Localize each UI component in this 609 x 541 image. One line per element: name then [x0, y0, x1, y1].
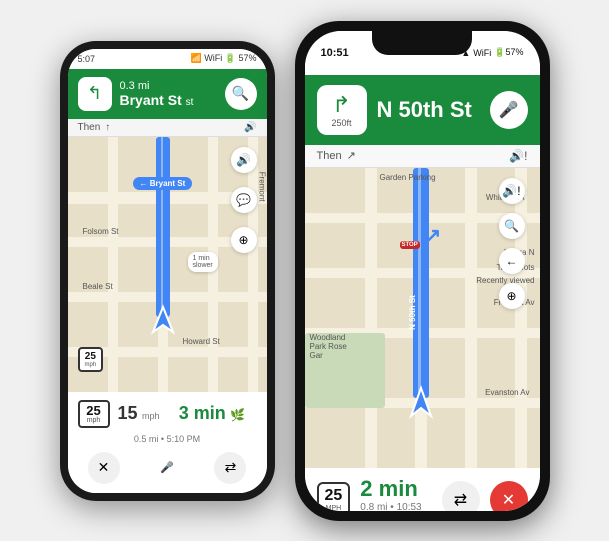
turn-arrow-box: ↰ [78, 77, 112, 111]
iphone-close-button[interactable]: ✕ [490, 481, 528, 511]
howard-label: Howard St [183, 337, 220, 346]
iphone-eta-block: 2 min 0.8 mi • 10:53 PM [360, 476, 431, 511]
iphone-map-area: Garden Parking Whitman A Aurora N Tara's… [305, 168, 540, 468]
evanston-label: Evanston Av [485, 388, 529, 397]
android-time: 5:07 [78, 54, 96, 64]
search-button[interactable]: 🔍 [225, 78, 257, 110]
map-turn-arrow: ↗ [425, 223, 442, 248]
route-bubble: ← Bryant St [133, 177, 193, 190]
iphone-sound-button[interactable]: 🔊! [499, 178, 525, 204]
speed-limit-box: 25 mph [78, 400, 110, 428]
mic-button[interactable]: 🎤 [160, 461, 174, 474]
iphone-then-label: Then [317, 150, 342, 162]
android-screen: 5:07 📶 WiFi 🔋 57% ↰ 0.3 mi Bryant St st … [68, 49, 267, 493]
iphone-action-buttons: ⇄ ✕ [442, 481, 528, 511]
speed-limit-value: 25 [85, 404, 103, 417]
android-then-bar: Then ↑ 🔊 [68, 119, 267, 137]
android-action-buttons: ✕ 🎤 ⇄ [78, 448, 257, 488]
eta-time: 3 min [179, 403, 226, 423]
iphone-notch [372, 31, 472, 55]
feedback-button[interactable]: 💬 [231, 187, 257, 213]
n50th-route-label: N 50th St [407, 295, 416, 330]
turn-arrow-icon: ↰ [87, 83, 102, 104]
route-options-button[interactable]: ⇄ [214, 452, 246, 484]
iphone-screen: 10:51 ▲ WiFi 🔋57% ↱ 250ft N 50th St 🎤 [305, 31, 540, 511]
speed-sign-map: 25 mph [78, 347, 104, 372]
garden-parking-label: Garden Parking [380, 173, 436, 182]
iphone-route-button[interactable]: ⇄ [442, 481, 480, 511]
iphone-eta-time: 2 min [360, 476, 431, 502]
iphone-speed-limit-box: 25 MPH [317, 482, 351, 511]
slower-badge: 1 minslower [188, 252, 218, 272]
iphone-feedback-button[interactable]: ← [499, 248, 525, 274]
iphone-mic-button[interactable]: 🎤 [490, 91, 528, 129]
recently-viewed-label: Recently viewed [476, 276, 534, 285]
iphone-then-bar: Then ↗ 🔊! [305, 145, 540, 168]
current-speed: 15 [118, 403, 138, 423]
android-phone: 5:07 📶 WiFi 🔋 57% ↰ 0.3 mi Bryant St st … [60, 41, 275, 501]
android-map-area: Folsom St Beale St Howard St Fremont ← B… [68, 137, 267, 392]
speed-eta-row: 25 mph 15 mph 3 min 🌿 [78, 400, 257, 428]
folsom-label: Folsom St [83, 227, 119, 236]
phones-container: 5:07 📶 WiFi 🔋 57% ↰ 0.3 mi Bryant St st … [40, 1, 570, 541]
beale-label: Beale St [83, 282, 113, 291]
eta-details: 0.5 mi • 5:10 PM [78, 434, 257, 444]
iphone-eta-row: 25 MPH 2 min 0.8 mi • 10:53 PM ⇄ ✕ [317, 476, 528, 511]
fremont-label: Fremont [257, 171, 266, 201]
eta-block: 3 min 🌿 [168, 403, 257, 424]
woodland-park-label: WoodlandPark RoseGar [310, 333, 347, 360]
iphone-map-svg [305, 168, 540, 468]
iphone: 10:51 ▲ WiFi 🔋57% ↱ 250ft N 50th St 🎤 [295, 21, 550, 521]
iphone-turn-box: ↱ 250ft [317, 85, 367, 135]
then-arrow: ↑ [105, 122, 110, 133]
iphone-sound-icon[interactable]: 🔊! [509, 149, 527, 163]
recenter-button[interactable]: ⊕ [231, 227, 257, 253]
current-speed-unit: mph [142, 411, 160, 421]
speed-unit: mph [85, 417, 103, 424]
iphone-nav-info: N 50th St [377, 97, 480, 123]
android-home-bar [78, 488, 257, 493]
iphone-turn-arrow-icon: ↱ [332, 92, 350, 118]
nav-street: Bryant St st [120, 92, 217, 108]
iphone-recenter-button[interactable]: ⊕ [499, 283, 525, 309]
eco-leaf-icon: 🌿 [230, 408, 245, 422]
iphone-status-bar: 10:51 ▲ WiFi 🔋57% [305, 31, 540, 75]
nav-info: 0.3 mi Bryant St st [120, 80, 217, 108]
iphone-nav-street: N 50th St [377, 97, 480, 123]
iphone-status-icons: ▲ WiFi 🔋57% [461, 47, 523, 58]
android-status-bar: 5:07 📶 WiFi 🔋 57% [68, 49, 267, 69]
android-nav-header: ↰ 0.3 mi Bryant St st 🔍 [68, 69, 267, 119]
android-bottom-panel: 25 mph 15 mph 3 min 🌿 0.5 mi • 5:10 PM [68, 392, 267, 493]
iphone-speed-limit: 25 [325, 487, 343, 505]
iphone-eta-details: 0.8 mi • 10:53 PM [360, 502, 431, 511]
iphone-then-arrow: ↗ [347, 149, 356, 162]
iphone-bottom-panel: 25 MPH 2 min 0.8 mi • 10:53 PM ⇄ ✕ [305, 468, 540, 511]
close-button[interactable]: ✕ [88, 452, 120, 484]
iphone-speed-mph: MPH [325, 505, 343, 511]
iphone-search-button[interactable]: 🔍 [499, 213, 525, 239]
current-speed-block: 15 mph [118, 403, 160, 424]
android-status-icons: 📶 WiFi 🔋 57% [191, 53, 257, 64]
iphone-turn-distance: 250ft [331, 118, 351, 128]
then-label: Then [78, 122, 101, 133]
iphone-nav-header: ↱ 250ft N 50th St 🎤 [305, 75, 540, 145]
nav-distance: 0.3 mi [120, 80, 217, 92]
sound-icon-bar[interactable]: 🔊 [244, 122, 256, 133]
sound-button[interactable]: 🔊 [231, 147, 257, 173]
iphone-time: 10:51 [321, 47, 349, 59]
stop-sign: STOP [400, 241, 420, 249]
